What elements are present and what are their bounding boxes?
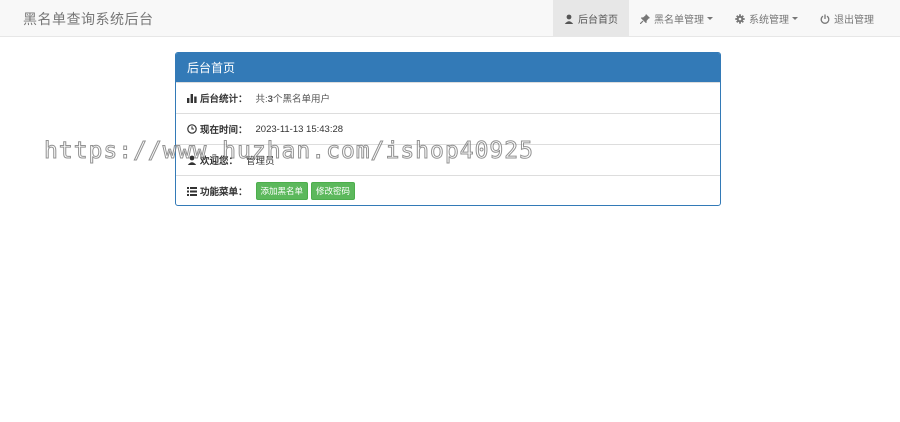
bar-chart-icon	[187, 93, 197, 103]
gear-icon	[735, 13, 745, 24]
time-label: 现在时间：	[200, 125, 248, 136]
stats-prefix: 共:	[255, 94, 268, 105]
nav-system-manage[interactable]: 系统管理	[724, 0, 809, 37]
menu-buttons: 添加黑名单 修改密码	[255, 182, 359, 200]
welcome-label: 欢迎您：	[200, 156, 239, 167]
nav-home[interactable]: 后台首页	[553, 0, 629, 37]
welcome-user: 管理员	[246, 156, 275, 167]
menu-row: 功能菜单： 添加黑名单 修改密码	[176, 175, 720, 205]
nav-logout-label: 退出管理	[834, 15, 874, 26]
nav-logout[interactable]: 退出管理	[809, 0, 900, 37]
chevron-down-icon	[792, 17, 798, 20]
change-password-button[interactable]: 修改密码	[311, 182, 356, 200]
panel-title: 后台首页	[176, 53, 720, 82]
nav-home-label: 后台首页	[578, 15, 618, 26]
stats-label: 后台统计：	[200, 94, 248, 105]
stats-suffix: 个黑名单用户	[272, 94, 330, 105]
stats-row: 后台统计： 共:3个黑名单用户	[176, 82, 720, 113]
chevron-down-icon	[707, 17, 713, 20]
add-blacklist-button[interactable]: 添加黑名单	[255, 182, 309, 200]
user-icon	[187, 155, 197, 165]
main-nav: 后台首页 黑名单管理 系统管理 退出管理	[553, 0, 900, 37]
power-icon	[820, 14, 830, 24]
current-time: 2023-11-13 15:43:28	[255, 123, 344, 135]
nav-system-label: 系统管理	[749, 15, 789, 26]
welcome-row: 欢迎您： 管理员	[176, 144, 720, 175]
list-icon	[187, 186, 197, 196]
user-icon	[564, 14, 574, 24]
clock-icon	[187, 124, 197, 134]
menu-label: 功能菜单：	[200, 187, 248, 198]
brand-title[interactable]: 黑名单查询系统后台	[23, 9, 154, 29]
stats-value: 共:3个黑名单用户	[256, 91, 330, 105]
dashboard-panel: 后台首页 后台统计： 共:3个黑名单用户 现在时间： 2023-11-13 15…	[175, 52, 721, 206]
nav-blacklist-label: 黑名单管理	[654, 15, 704, 26]
time-row: 现在时间： 2023-11-13 15:43:28	[176, 113, 720, 144]
top-navbar: 黑名单查询系统后台 后台首页 黑名单管理 系统管理 退出管理	[0, 0, 900, 37]
pin-icon	[640, 13, 650, 24]
nav-blacklist-manage[interactable]: 黑名单管理	[629, 0, 724, 37]
